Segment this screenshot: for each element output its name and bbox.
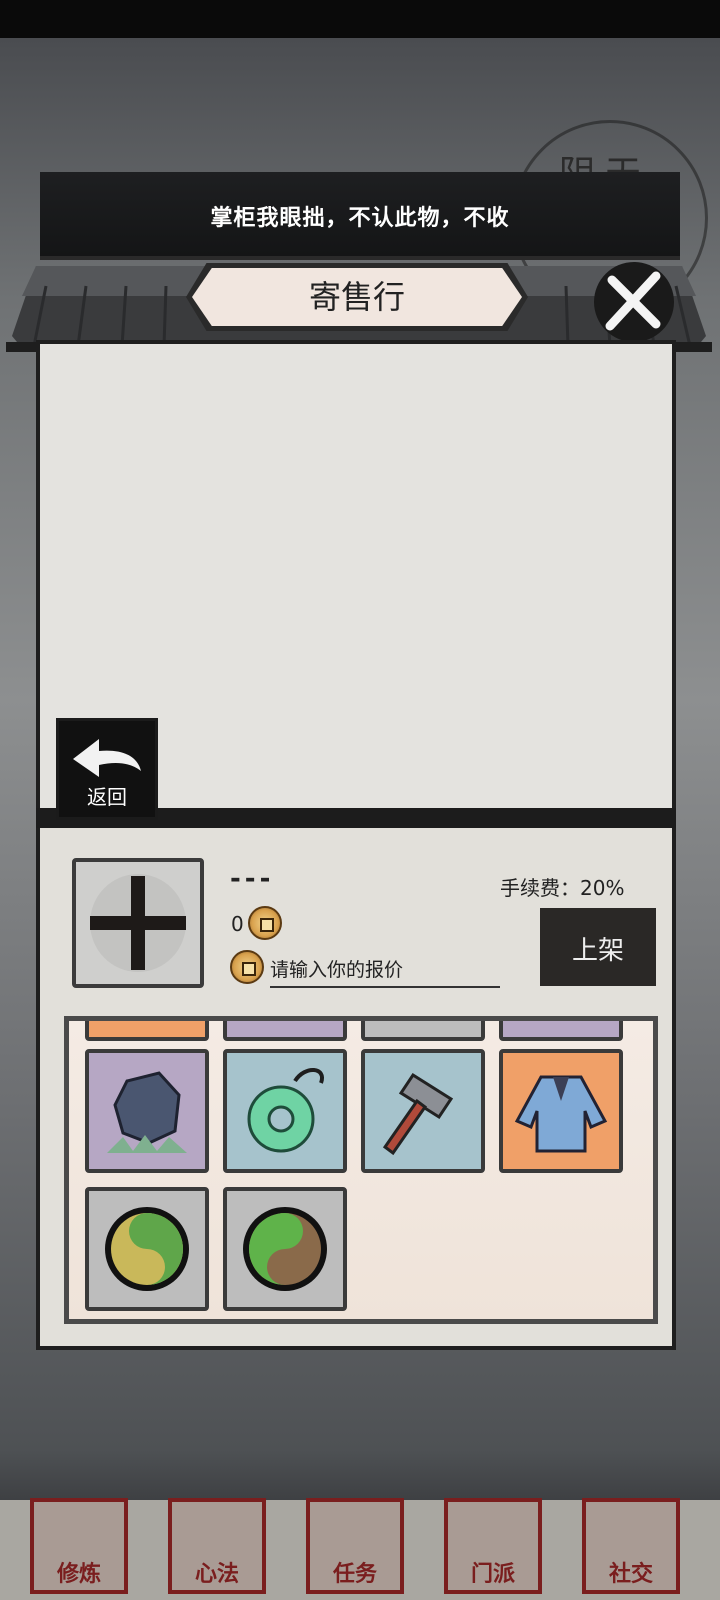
back-arrow-icon — [73, 739, 141, 777]
nav-social-label: 社交 — [608, 1562, 653, 1587]
selected-item-slot[interactable] — [72, 858, 204, 988]
robe-icon — [514, 1075, 608, 1153]
hammer-icon — [382, 1072, 454, 1156]
close-icon — [605, 271, 661, 331]
inventory-item-partial[interactable] — [499, 1021, 623, 1041]
inventory-item-partial[interactable] — [223, 1021, 347, 1041]
inventory-item-partial[interactable] — [85, 1021, 209, 1041]
list-for-sale-button[interactable]: 上架 — [540, 908, 656, 986]
inventory-item-partial[interactable] — [361, 1021, 485, 1041]
nav-cultivate[interactable]: 修炼 — [30, 1498, 128, 1594]
nav-technique-label: 心法 — [194, 1562, 239, 1587]
green-yellow-orb-icon — [105, 1207, 189, 1291]
item-name: --- — [230, 864, 275, 894]
inventory-item-jade-pendant[interactable] — [223, 1049, 347, 1173]
inventory-item-stone[interactable] — [85, 1049, 209, 1173]
nav-sect-label: 门派 — [470, 1562, 515, 1587]
coin-icon — [230, 950, 264, 984]
back-label: 返回 — [87, 785, 127, 809]
nav-tasks[interactable]: 任务 — [306, 1498, 404, 1594]
nav-technique[interactable]: 心法 — [168, 1498, 266, 1594]
add-icon — [90, 876, 186, 970]
green-brown-orb-icon — [243, 1207, 327, 1291]
coin-icon — [248, 906, 282, 940]
nav-social[interactable]: 社交 — [582, 1498, 680, 1594]
page-title: 寄售行 — [308, 278, 405, 316]
status-bar — [0, 0, 720, 38]
inventory-item-hammer[interactable] — [361, 1049, 485, 1173]
inventory-grid — [64, 1016, 658, 1324]
list-button-label: 上架 — [571, 936, 624, 966]
inventory-item-robe[interactable] — [499, 1049, 623, 1173]
fee-label: 手续费：20% — [500, 876, 625, 900]
inventory-item-orb[interactable] — [223, 1187, 347, 1311]
back-button[interactable]: 返回 — [56, 718, 158, 820]
close-button[interactable] — [594, 262, 674, 342]
item-quantity: 0 — [231, 912, 244, 936]
nav-sect[interactable]: 门派 — [444, 1498, 542, 1594]
ore-stone-icon — [107, 1071, 187, 1153]
price-input[interactable] — [270, 954, 500, 988]
notice-text: 掌柜我眼拙，不认此物，不收 — [210, 206, 510, 231]
nav-tasks-label: 任务 — [332, 1562, 377, 1587]
jade-pendant-icon — [247, 1068, 324, 1153]
inventory-item-orb[interactable] — [85, 1187, 209, 1311]
notice-banner: 掌柜我眼拙，不认此物，不收 — [40, 172, 680, 260]
nav-cultivate-label: 修炼 — [56, 1562, 101, 1587]
